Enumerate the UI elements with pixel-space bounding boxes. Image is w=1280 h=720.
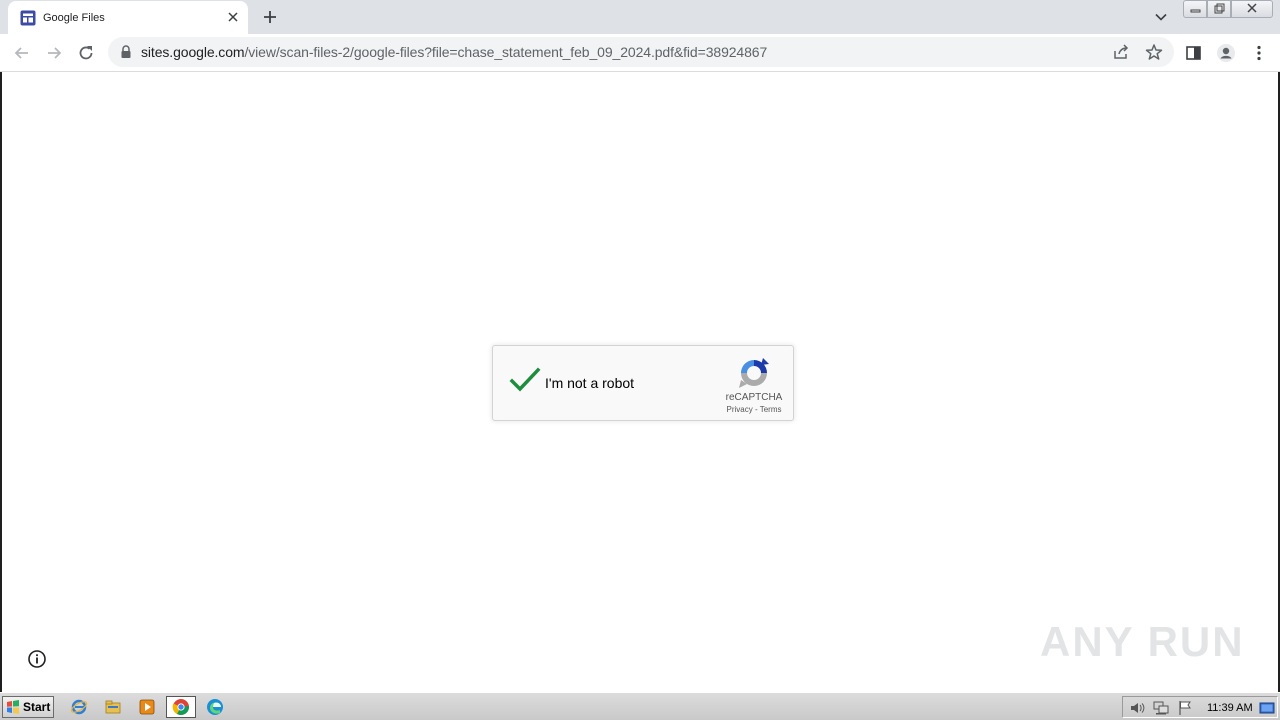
close-icon[interactable]: [225, 9, 241, 25]
media-player-icon: [139, 699, 155, 715]
window-restore-button[interactable]: [1207, 0, 1231, 18]
show-desktop-icon[interactable]: [1259, 700, 1275, 716]
star-icon[interactable]: [1145, 43, 1163, 61]
restore-icon: [1214, 3, 1225, 14]
share-icon[interactable]: [1112, 43, 1130, 61]
windows-flag-icon: [7, 700, 19, 714]
close-icon: [1247, 3, 1257, 13]
taskbar-media-player[interactable]: [136, 697, 158, 717]
folder-icon: [105, 700, 121, 714]
window-close-button[interactable]: [1231, 0, 1273, 18]
recaptcha-logo-icon: [739, 358, 769, 388]
link-separator: -: [752, 405, 760, 414]
recaptcha-label: I'm not a robot: [545, 375, 635, 391]
system-tray: 11:39 AM: [1122, 696, 1278, 718]
volume-icon[interactable]: [1129, 700, 1145, 716]
tab-strip: Google Files: [0, 0, 1280, 34]
url-path: /view/scan-files-2/google-files?file=cha…: [244, 44, 768, 60]
taskbar-chrome[interactable]: [166, 696, 196, 718]
chevron-down-icon[interactable]: [1152, 8, 1170, 26]
watermark-text: ANY RUN: [1040, 618, 1240, 665]
start-label: Start: [23, 700, 51, 714]
chrome-icon: [172, 699, 189, 715]
address-bar[interactable]: sites.google.com/view/scan-files-2/googl…: [108, 37, 1174, 67]
recaptcha-links: Privacy - Terms: [715, 405, 793, 415]
tab-google-files[interactable]: Google Files: [8, 1, 248, 34]
google-sites-icon: [20, 10, 36, 26]
recaptcha-brand: reCAPTCHA: [725, 392, 783, 403]
privacy-link[interactable]: Privacy: [727, 405, 753, 414]
url-host: sites.google.com: [141, 44, 245, 60]
profile-icon[interactable]: [1216, 43, 1236, 63]
recaptcha-widget: I'm not a robot reCAPTCHA Privacy - Term…: [492, 345, 794, 421]
side-panel-icon[interactable]: [1184, 43, 1204, 63]
page-content: I'm not a robot reCAPTCHA Privacy - Term…: [0, 72, 1280, 692]
checkmark-icon[interactable]: [509, 366, 541, 394]
taskbar: Start 11:39 AM: [0, 692, 1280, 720]
kebab-menu-icon[interactable]: [1249, 43, 1269, 63]
screen: Google Files sites.google.com/view/scan-…: [0, 0, 1280, 720]
start-button[interactable]: Start: [2, 696, 54, 718]
lock-icon[interactable]: [120, 45, 132, 59]
taskbar-ie[interactable]: [68, 697, 90, 717]
minimize-icon: [1190, 9, 1201, 13]
info-icon[interactable]: [27, 649, 47, 669]
arrow-right-icon[interactable]: [44, 43, 64, 63]
internet-explorer-icon: [70, 699, 88, 715]
terms-link[interactable]: Terms: [760, 405, 782, 414]
plus-icon[interactable]: [260, 7, 280, 27]
taskbar-edge[interactable]: [204, 697, 226, 717]
edge-icon: [207, 699, 223, 715]
window-minimize-button[interactable]: [1183, 0, 1207, 18]
tab-title: Google Files: [43, 12, 105, 24]
network-icon[interactable]: [1153, 700, 1169, 716]
flag-icon[interactable]: [1177, 700, 1193, 716]
browser-toolbar: sites.google.com/view/scan-files-2/googl…: [0, 34, 1280, 72]
arrow-left-icon[interactable]: [12, 43, 32, 63]
taskbar-clock[interactable]: 11:39 AM: [1207, 701, 1253, 715]
url-text[interactable]: sites.google.com/view/scan-files-2/googl…: [141, 44, 767, 60]
taskbar-explorer[interactable]: [102, 697, 124, 717]
reload-icon[interactable]: [76, 43, 96, 63]
anyrun-watermark: ANY RUN: [1040, 618, 1240, 665]
